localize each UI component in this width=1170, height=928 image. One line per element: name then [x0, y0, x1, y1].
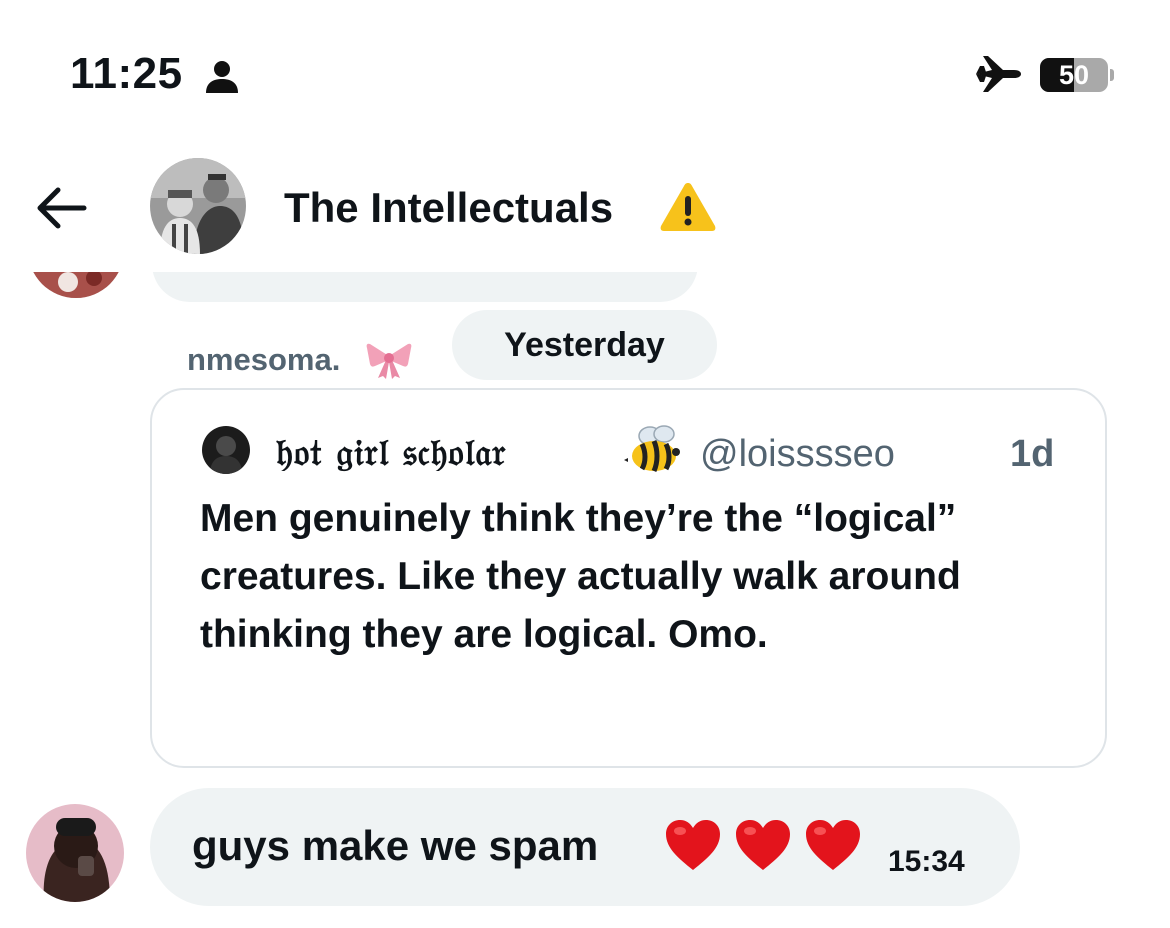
quoted-author-handle[interactable]: @loisssseo — [700, 430, 895, 478]
message-text: guys make we spam — [192, 822, 599, 869]
battery-percent: 50 — [1058, 60, 1090, 90]
warning-icon — [660, 183, 716, 231]
back-button[interactable] — [32, 184, 88, 232]
message-time: 15:34 — [888, 845, 965, 878]
quoted-tweet-time: 1d — [1010, 433, 1055, 475]
bow-icon — [366, 343, 412, 379]
person-icon — [206, 61, 238, 93]
sender-name[interactable]: nmesoma. — [187, 340, 340, 380]
quoted-tweet-text: Men genuinely think they’re the “logical… — [200, 497, 961, 656]
group-avatar[interactable] — [150, 158, 246, 254]
heart-icon — [806, 820, 860, 870]
message-sender-avatar[interactable] — [26, 804, 124, 902]
message-bubble[interactable]: guys make we spam 15:34 — [150, 788, 1020, 906]
battery-cap — [1110, 69, 1114, 81]
chat-title[interactable]: The Intellectuals — [284, 182, 613, 234]
quoted-tweet-card[interactable]: 𝔥𝔬𝔱 𝔤𝔦𝔯𝔩 𝔰𝔠𝔥𝔬𝔩𝔞𝔯 @loisssseo 1d Men genui… — [150, 388, 1107, 768]
airplane-icon — [976, 56, 1021, 92]
battery-icon: 50 — [1040, 58, 1108, 92]
quoted-author-avatar[interactable] — [202, 426, 250, 474]
bee-icon — [624, 425, 680, 473]
status-time: 11:25 — [70, 49, 183, 98]
heart-icon — [666, 820, 720, 870]
quoted-author-name[interactable]: 𝔥𝔬𝔱 𝔤𝔦𝔯𝔩 𝔰𝔠𝔥𝔬𝔩𝔞𝔯 — [276, 428, 506, 476]
date-separator: Yesterday — [452, 310, 717, 380]
heart-icon — [736, 820, 790, 870]
